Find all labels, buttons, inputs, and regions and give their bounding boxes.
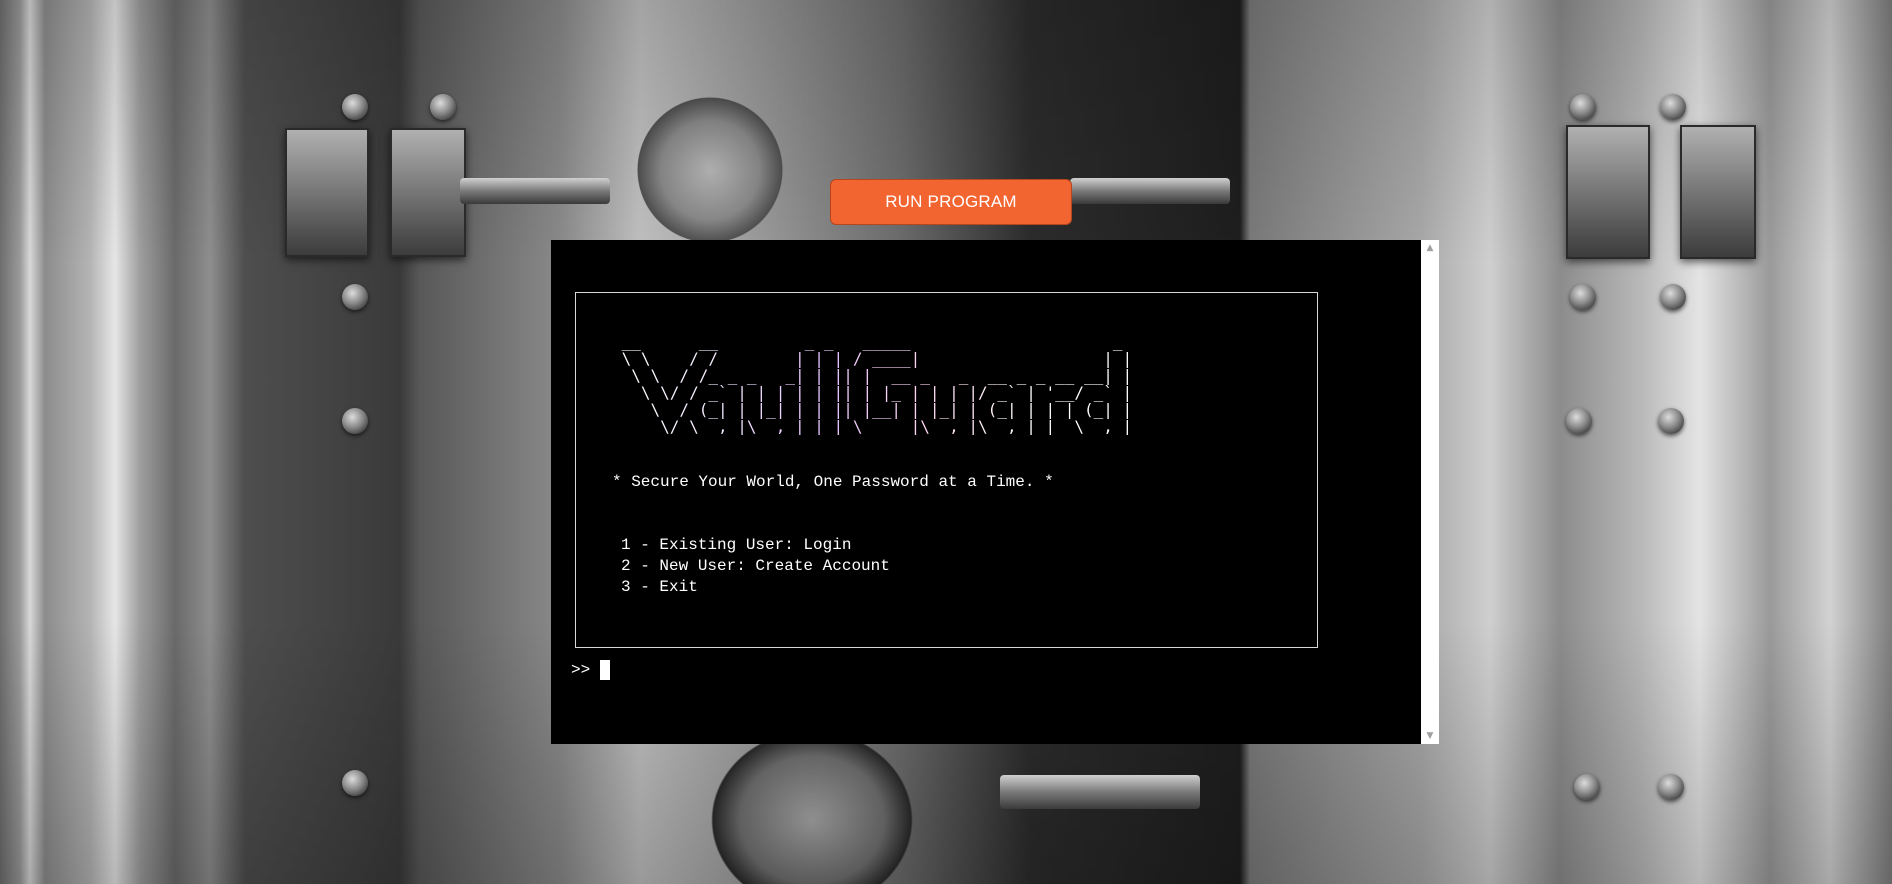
text-cursor[interactable] (600, 660, 611, 680)
menu-item-exit: 3 - Exit (621, 578, 698, 596)
menu-item-login: 1 - Existing User: Login (621, 536, 852, 554)
left-hinge-block (285, 128, 369, 257)
left-latch-block (390, 128, 466, 257)
scroll-up-arrow-icon[interactable]: ▲ (1421, 241, 1439, 255)
bolt (1574, 774, 1600, 800)
main-menu: 1 - Existing User: Login 2 - New User: C… (621, 535, 890, 598)
bolt (1570, 284, 1596, 310)
bolt (342, 284, 368, 310)
bolt (1566, 408, 1592, 434)
right-latch-block (1680, 125, 1756, 259)
bolt (1660, 94, 1686, 120)
bottom-locking-bar (1000, 775, 1200, 809)
right-hinge-block (1566, 125, 1650, 259)
vaultguard-ascii-logo: __ __ _ _ _____ _ \ \ / / | | | / ____| … (612, 333, 1133, 435)
bolt (1570, 94, 1596, 120)
bolt (430, 94, 456, 120)
scroll-down-arrow-icon[interactable]: ▼ (1421, 729, 1439, 743)
bolt (1660, 284, 1686, 310)
input-prompt-line[interactable]: >> (571, 660, 611, 680)
terminal-scrollbar[interactable]: ▲ ▼ (1421, 240, 1439, 744)
menu-item-create-account: 2 - New User: Create Account (621, 557, 890, 575)
bolt (342, 770, 368, 796)
terminal-window[interactable]: __ __ _ _ _____ _ \ \ / / | | | / ____| … (551, 240, 1439, 744)
menu-frame: __ __ _ _ _____ _ \ \ / / | | | / ____| … (575, 292, 1318, 648)
prompt-symbol: >> (571, 661, 591, 679)
run-program-button[interactable]: RUN PROGRAM (830, 179, 1072, 225)
bolt (342, 94, 368, 120)
bolt (1658, 774, 1684, 800)
tagline: * Secure Your World, One Password at a T… (612, 473, 1054, 491)
bolt (342, 408, 368, 434)
left-locking-bar (460, 178, 610, 204)
bolt (1658, 408, 1684, 434)
right-locking-bar (1070, 178, 1230, 204)
